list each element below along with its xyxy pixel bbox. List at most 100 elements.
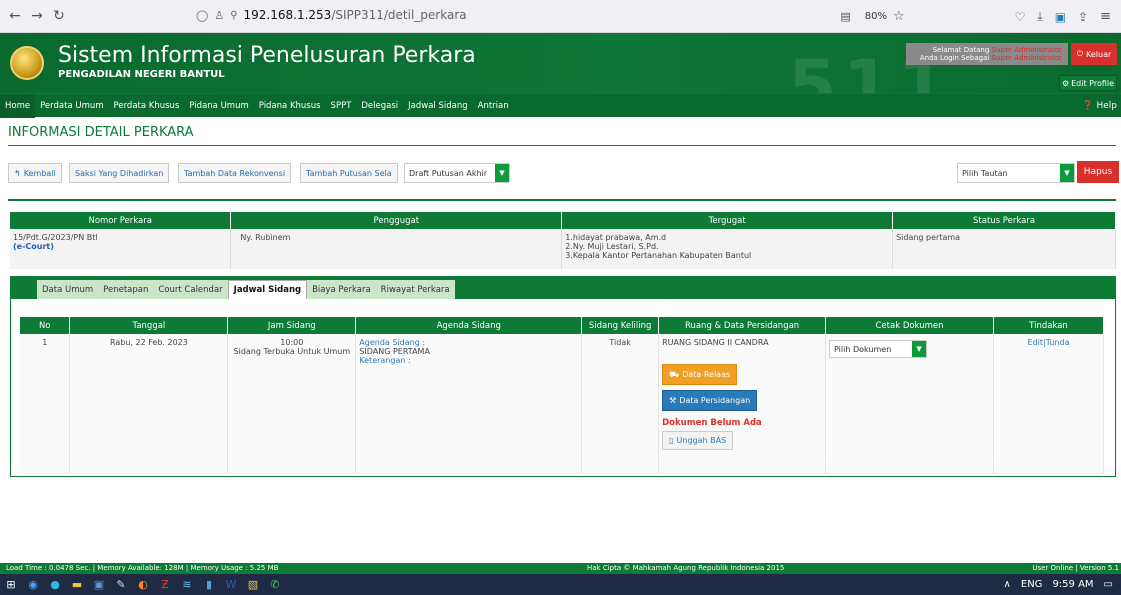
final-verdict-draft-select[interactable]: Draft Putusan Akhir ▼ — [404, 163, 510, 183]
filezilla-icon[interactable]: Ƶ — [154, 574, 176, 595]
menu-item-perdata-khusus[interactable]: Perdata Khusus — [109, 94, 185, 118]
main-menu: Home Perdata Umum Perdata Khusus Pidana … — [0, 93, 1121, 118]
language-indicator[interactable]: ENG — [1021, 579, 1043, 590]
tab-penetapan[interactable]: Penetapan — [98, 280, 153, 299]
room-cell: RUANG SIDANG II CANDRA ⛟ Data Relaas ⚒ D… — [658, 334, 827, 474]
delete-button[interactable]: Hapus — [1077, 161, 1119, 183]
tab-court-calendar[interactable]: Court Calendar — [153, 280, 227, 299]
header-tanggal: Tanggal — [69, 317, 229, 334]
notifications-icon[interactable]: ▭ — [1104, 579, 1113, 590]
menu-item-home[interactable]: Home — [0, 94, 36, 118]
tab-biaya-perkara[interactable]: Biaya Perkara — [307, 280, 376, 299]
upload-bas-label: Unggah BAS — [676, 436, 727, 445]
tab-data-umum[interactable]: Data Umum — [37, 280, 98, 299]
logout-button[interactable]: ⏻ Keluar — [1071, 43, 1117, 65]
help-label: Help — [1096, 101, 1117, 111]
menu-item-jadwal-sidang[interactable]: Jadwal Sidang — [403, 94, 472, 118]
edit-profile-button[interactable]: ⚙ Edit Profile — [1059, 75, 1117, 91]
reader-view-icon[interactable]: ▤ — [840, 10, 850, 23]
witness-button[interactable]: Saksi Yang Dihadirkan — [69, 163, 170, 183]
link-select[interactable]: Pilih Tautan ▼ — [957, 163, 1075, 183]
network-app-icon[interactable]: ≋ — [176, 574, 198, 595]
header-status-perkara: Status Perkara — [892, 212, 1116, 229]
agenda-cell: Agenda Sidang : SIDANG PERTAMA Keteranga… — [355, 334, 583, 474]
edge-icon[interactable]: ◉ — [22, 574, 44, 595]
case-number-cell: 15/Pdt.G/2023/PN Btl (e-Court) — [10, 229, 232, 269]
defendant-cell: 1.hidayat prabawa, Am.d 2.Ny. Muji Lesta… — [561, 229, 894, 269]
gear-icon: ⚙ — [1061, 78, 1070, 88]
tray-chevron-up-icon[interactable]: ∧ — [1004, 579, 1011, 590]
zoom-level[interactable]: 80% — [865, 11, 887, 22]
page-title: INFORMASI DETAIL PERKARA — [8, 125, 194, 140]
system-tray: ∧ ENG 9:59 AM ▭ — [1004, 574, 1113, 595]
download-icon[interactable]: ⤓ — [1037, 9, 1042, 24]
header-jam-sidang: Jam Sidang — [227, 317, 357, 334]
connection-icon: ⚲ — [230, 9, 238, 21]
menu-item-delegasi[interactable]: Delegasi — [356, 94, 403, 118]
reload-icon[interactable]: ↻ — [48, 8, 70, 24]
browser-icon[interactable]: ● — [44, 574, 66, 595]
windows-start-icon[interactable]: ⊞ — [0, 574, 22, 595]
url-path: /SIPP311/detil_perkara — [331, 8, 467, 22]
add-interim-ruling-button[interactable]: Tambah Putusan Sela — [300, 163, 398, 183]
header-agenda-sidang: Agenda Sidang — [355, 317, 583, 334]
print-document-cell: Pilih Dokumen ▼ — [825, 334, 994, 474]
load-time-info: Load Time : 0.0478 Sec. | Memory Availab… — [6, 564, 279, 572]
motorcycle-icon: ⛟ — [669, 370, 680, 379]
tab-riwayat-perkara[interactable]: Riwayat Perkara — [376, 280, 455, 299]
app-subtitle: PENGADILAN NEGERI BANTUL — [58, 69, 225, 80]
share-icon[interactable]: ⇪ — [1078, 10, 1088, 24]
whatsapp-icon[interactable]: ✆ — [264, 574, 286, 595]
relaas-data-button[interactable]: ⛟ Data Relaas — [662, 364, 738, 385]
agenda-label: Agenda Sidang : — [359, 338, 426, 347]
back-button[interactable]: ↰ Kembali — [8, 163, 62, 183]
paint-icon[interactable]: ✎ — [110, 574, 132, 595]
hearing-data-button[interactable]: ⚒ Data Persidangan — [662, 390, 758, 411]
header-penggugat: Penggugat — [230, 212, 563, 229]
tab-jadwal-sidang[interactable]: Jadwal Sidang — [227, 280, 308, 299]
shield-icon: ◯ — [196, 8, 209, 22]
menu-item-perdata-umum[interactable]: Perdata Umum — [35, 94, 108, 118]
clock[interactable]: 9:59 AM — [1052, 579, 1093, 590]
welcome-text: Selamat Datang — [932, 46, 990, 54]
plaintiff-cell: Ny. Rubinem — [230, 229, 563, 269]
firefox-icon[interactable]: ◐ — [132, 574, 154, 595]
sticky-notes-icon[interactable]: ▧ — [242, 574, 264, 595]
back-arrow-icon[interactable]: ← — [4, 8, 26, 24]
bookmark-star-icon[interactable]: ☆ — [893, 9, 905, 24]
pocket-icon[interactable]: ♡ — [1015, 10, 1026, 24]
hearing-time: 10:00 — [280, 338, 304, 347]
edit-link[interactable]: Edit — [1027, 338, 1043, 347]
power-icon: ⏻ — [1076, 49, 1084, 58]
header-nomor-perkara: Nomor Perkara — [10, 212, 232, 229]
menu-item-pidana-umum[interactable]: Pidana Umum — [184, 94, 253, 118]
add-reconvention-button[interactable]: Tambah Data Rekonvensi — [178, 163, 292, 183]
file-explorer-icon[interactable]: ▬ — [66, 574, 88, 595]
case-info-table: Nomor Perkara Penggugat Tergugat Status … — [10, 212, 1116, 269]
help-circle-icon: ❓ — [1082, 101, 1094, 111]
print-document-select[interactable]: Pilih Dokumen ▼ — [829, 340, 928, 358]
remote-desktop-icon[interactable]: ▣ — [88, 574, 110, 595]
menu-item-sppt[interactable]: SPPT — [326, 94, 357, 118]
menu-item-pidana-khusus[interactable]: Pidana Khusus — [254, 94, 326, 118]
permissions-icon[interactable]: ♙ — [214, 9, 224, 22]
forward-arrow-icon[interactable]: → — [26, 8, 48, 24]
notes-label: Keterangan : — [359, 356, 411, 365]
hearing-data-label: Data Persidangan — [679, 396, 751, 405]
logout-label: Keluar — [1086, 49, 1112, 59]
browser-toolbar: ← → ↻ ◯ ♙ ⚲ 192.168.1.253/SIPP311/detil_… — [0, 0, 1121, 33]
header-tergugat: Tergugat — [561, 212, 894, 229]
section-divider — [8, 199, 1116, 201]
word-icon[interactable]: W — [220, 574, 242, 595]
chevron-down-icon: ▼ — [1060, 164, 1074, 182]
account-icon[interactable]: ▣ — [1055, 10, 1066, 24]
postpone-link[interactable]: Tunda — [1046, 338, 1070, 347]
case-number: 15/Pdt.G/2023/PN Btl — [13, 233, 98, 242]
menu-hamburger-icon[interactable]: ≡ — [1100, 9, 1111, 24]
notes-app-icon[interactable]: ▮ — [198, 574, 220, 595]
help-link[interactable]: ❓ Help — [1082, 94, 1117, 118]
menu-item-antrian[interactable]: Antrian — [473, 94, 514, 118]
address-bar[interactable]: ◯ ♙ ⚲ 192.168.1.253/SIPP311/detil_perkar… — [196, 8, 467, 22]
upload-bas-button[interactable]: ▯ Unggah BAS — [662, 431, 734, 450]
login-as-text: Anda Login Sebagai — [919, 54, 990, 62]
